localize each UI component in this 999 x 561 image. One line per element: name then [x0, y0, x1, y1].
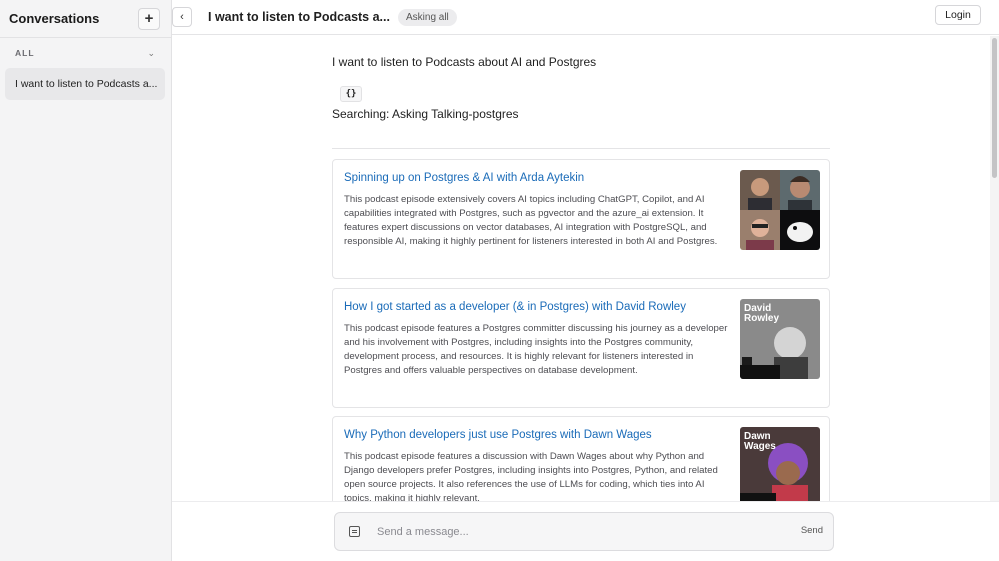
composer-area: Send — [172, 501, 999, 561]
tool-call-chip[interactable]: {} — [340, 86, 362, 102]
chevron-left-icon: ‹ — [180, 11, 184, 23]
scrollbar[interactable] — [990, 36, 999, 501]
asking-badge: Asking all — [397, 8, 457, 26]
message-input[interactable] — [377, 522, 757, 542]
send-button[interactable]: Send — [801, 525, 823, 536]
collapse-sidebar-button[interactable]: ‹ — [172, 7, 192, 27]
sidebar-item-conversation[interactable]: I want to listen to Podcasts a... — [5, 68, 165, 100]
sidebar-header: Conversations + — [0, 0, 171, 38]
search-status: Searching: Asking Talking-postgres — [332, 107, 519, 121]
result-title-link[interactable]: Spinning up on Postgres & AI with Arda A… — [344, 172, 584, 184]
conversation-title: I want to listen to Podcasts a... — [208, 10, 390, 24]
podcast-thumbnail[interactable]: David Rowley — [740, 299, 820, 379]
sidebar-title: Conversations — [9, 11, 100, 26]
result-title-link[interactable]: Why Python developers just use Postgres … — [344, 429, 652, 441]
user-message: I want to listen to Podcasts about AI an… — [332, 55, 597, 69]
message-composer: Send — [334, 512, 834, 551]
new-conversation-button[interactable]: + — [138, 7, 160, 30]
divider — [332, 148, 830, 149]
sidebar-section-all[interactable]: ALL ⌄ — [0, 38, 171, 68]
chevron-down-icon[interactable]: ⌄ — [147, 48, 155, 59]
guest-portrait-image: Dawn Wages — [740, 427, 820, 501]
scrollbar-thumb[interactable] — [992, 38, 997, 178]
login-button[interactable]: Login — [935, 5, 981, 25]
result-card: How I got started as a developer (& in P… — [332, 288, 830, 408]
result-card: Why Python developers just use Postgres … — [332, 416, 830, 501]
result-description: This podcast episode features a Postgres… — [344, 323, 728, 376]
sidebar-section-label: ALL — [15, 48, 35, 58]
podcast-thumbnail[interactable] — [740, 170, 820, 250]
result-card: Spinning up on Postgres & AI with Arda A… — [332, 159, 830, 279]
conversation-panel: I want to listen to Podcasts about AI an… — [172, 36, 990, 501]
result-description: This podcast episode features a discussi… — [344, 451, 718, 501]
result-description: This podcast episode extensively covers … — [344, 194, 718, 247]
attach-icon[interactable] — [349, 526, 360, 537]
result-title-link[interactable]: How I got started as a developer (& in P… — [344, 301, 686, 313]
topbar: ‹ I want to listen to Podcasts a... Aski… — [172, 0, 999, 35]
guest-portrait-image: David Rowley — [740, 299, 820, 379]
sidebar: Conversations + ALL ⌄ I want to listen t… — [0, 0, 172, 561]
guest-collage-image — [740, 170, 820, 250]
podcast-thumbnail[interactable]: Dawn Wages — [740, 427, 820, 501]
